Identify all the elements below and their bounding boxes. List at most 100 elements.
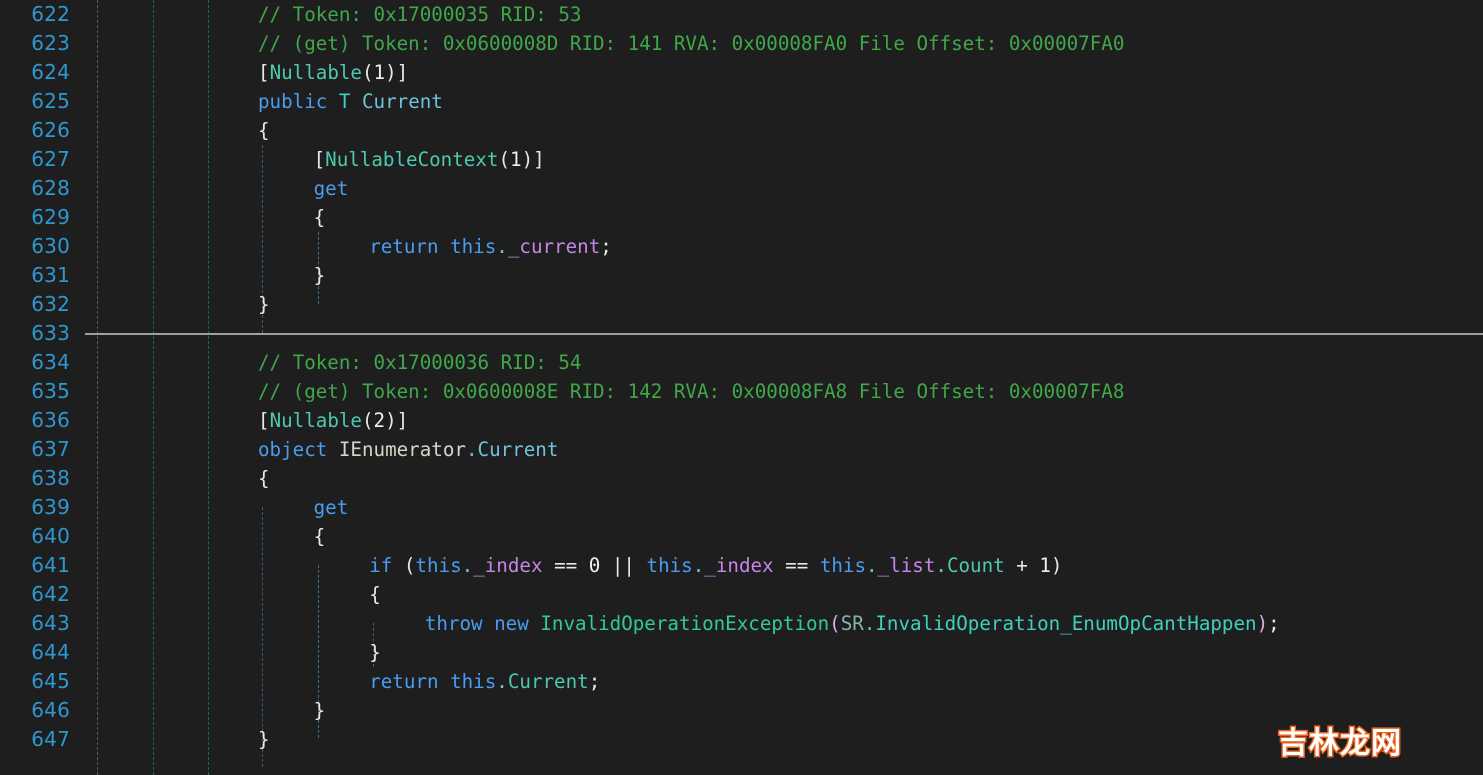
code-token: ( <box>829 612 841 635</box>
code-token: Nullable <box>269 61 362 84</box>
code-token: . <box>461 554 474 577</box>
code-token: ) <box>1050 554 1063 577</box>
code-token: _index <box>704 554 774 577</box>
code-token: { <box>313 206 326 229</box>
code-token: Current <box>507 670 589 693</box>
code-line[interactable]: throw new InvalidOperationException(SR.I… <box>425 609 1280 638</box>
code-token: { <box>258 119 270 142</box>
code-token: return <box>369 235 439 258</box>
code-token: . <box>496 670 508 693</box>
code-line[interactable]: // (get) Token: 0x0600008D RID: 141 RVA:… <box>258 29 1124 58</box>
code-line[interactable]: } <box>258 290 270 319</box>
code-token: ( <box>361 409 374 432</box>
code-line[interactable]: // Token: 0x17000035 RID: 53 <box>258 0 581 29</box>
code-token: } <box>313 699 326 722</box>
code-token: this <box>819 554 867 577</box>
code-line[interactable]: { <box>314 522 326 551</box>
code-line[interactable]: if (this._index == 0 || this._index == t… <box>369 551 1062 580</box>
code-line[interactable]: // Token: 0x17000036 RID: 54 <box>258 348 581 377</box>
code-token: { <box>313 525 326 548</box>
code-token: [ <box>313 148 326 171</box>
code-line[interactable]: get <box>314 493 349 522</box>
code-token: Current <box>477 438 559 461</box>
watermark-text: 吉林龙网 <box>1277 725 1403 763</box>
code-token: T <box>338 90 351 113</box>
code-token: ) <box>1256 612 1269 635</box>
code-token: ) <box>385 61 397 84</box>
code-token: // (get) Token: 0x0600008D RID: 141 RVA:… <box>258 32 1125 55</box>
code-token: 2 <box>373 409 386 432</box>
code-line[interactable]: { <box>369 580 381 609</box>
code-line[interactable]: } <box>258 725 270 754</box>
code-token: ; <box>600 235 612 258</box>
code-token: ] <box>533 148 545 171</box>
code-token: { <box>369 583 381 606</box>
code-token: _list <box>877 554 936 577</box>
code-line[interactable]: return this.Current; <box>369 667 600 696</box>
code-token: } <box>369 641 381 664</box>
code-token: + <box>1004 554 1040 577</box>
code-token: } <box>313 264 326 287</box>
code-token: ) <box>385 409 397 432</box>
code-token: Count <box>946 554 1005 577</box>
code-token: . <box>465 438 478 461</box>
code-token: _index <box>473 554 543 577</box>
code-token: ) <box>521 148 534 171</box>
code-editor[interactable]: 622 623 624 625 626 627 628 629 630 631 632 633 634 6… <box>0 0 1483 775</box>
code-token: || <box>600 554 647 577</box>
code-token: ; <box>1268 612 1280 635</box>
code-token: ( <box>498 148 510 171</box>
code-token: InvalidOperationException <box>540 612 830 635</box>
code-line[interactable]: get <box>314 174 349 203</box>
code-token: IEnumerator <box>338 438 466 461</box>
code-line[interactable]: // (get) Token: 0x0600008E RID: 142 RVA:… <box>258 377 1124 406</box>
code-content[interactable]: // Token: 0x17000035 RID: 53 // (get) Tok… <box>0 0 1483 775</box>
code-token: ] <box>396 409 409 432</box>
code-token: get <box>313 177 349 200</box>
code-token: 1 <box>510 148 522 171</box>
code-line[interactable]: } <box>314 696 326 725</box>
code-token: . <box>935 554 947 577</box>
code-token: Current <box>362 90 443 113</box>
code-token: [ <box>258 409 270 432</box>
code-token: } <box>258 728 270 751</box>
code-line[interactable]: { <box>314 203 326 232</box>
code-line[interactable]: } <box>314 261 326 290</box>
code-token: . <box>496 235 508 258</box>
code-line[interactable]: [Nullable(1)] <box>258 58 408 87</box>
code-line[interactable]: public T Current <box>258 87 443 116</box>
code-token: return <box>369 670 439 693</box>
code-token: this <box>450 670 497 693</box>
code-token: == <box>542 554 589 577</box>
code-token: SR <box>840 612 864 635</box>
code-token: get <box>313 496 349 519</box>
code-token: this <box>415 554 462 577</box>
code-token: ( <box>361 61 374 84</box>
code-token: . <box>863 612 876 635</box>
code-token: public <box>258 90 328 113</box>
code-token: 0 <box>588 554 601 577</box>
code-token: == <box>773 554 820 577</box>
code-line[interactable]: [Nullable(2)] <box>258 406 408 435</box>
code-token: // (get) Token: 0x0600008E RID: 142 RVA:… <box>258 380 1125 403</box>
code-token: throw <box>424 612 483 635</box>
code-token: { <box>258 467 270 490</box>
code-line[interactable]: return this._current; <box>369 232 612 261</box>
code-token: [ <box>258 61 270 84</box>
code-token: // Token: 0x17000036 RID: 54 <box>258 351 582 374</box>
code-line[interactable]: object IEnumerator.Current <box>258 435 558 464</box>
code-line[interactable]: { <box>258 116 270 145</box>
code-line[interactable]: } <box>369 638 381 667</box>
code-token: . <box>692 554 705 577</box>
code-token: // Token: 0x17000035 RID: 53 <box>258 3 582 26</box>
code-token: new <box>494 612 529 635</box>
code-line[interactable]: [NullableContext(1)] <box>314 145 545 174</box>
code-token: ] <box>396 61 409 84</box>
code-line[interactable]: { <box>258 464 270 493</box>
